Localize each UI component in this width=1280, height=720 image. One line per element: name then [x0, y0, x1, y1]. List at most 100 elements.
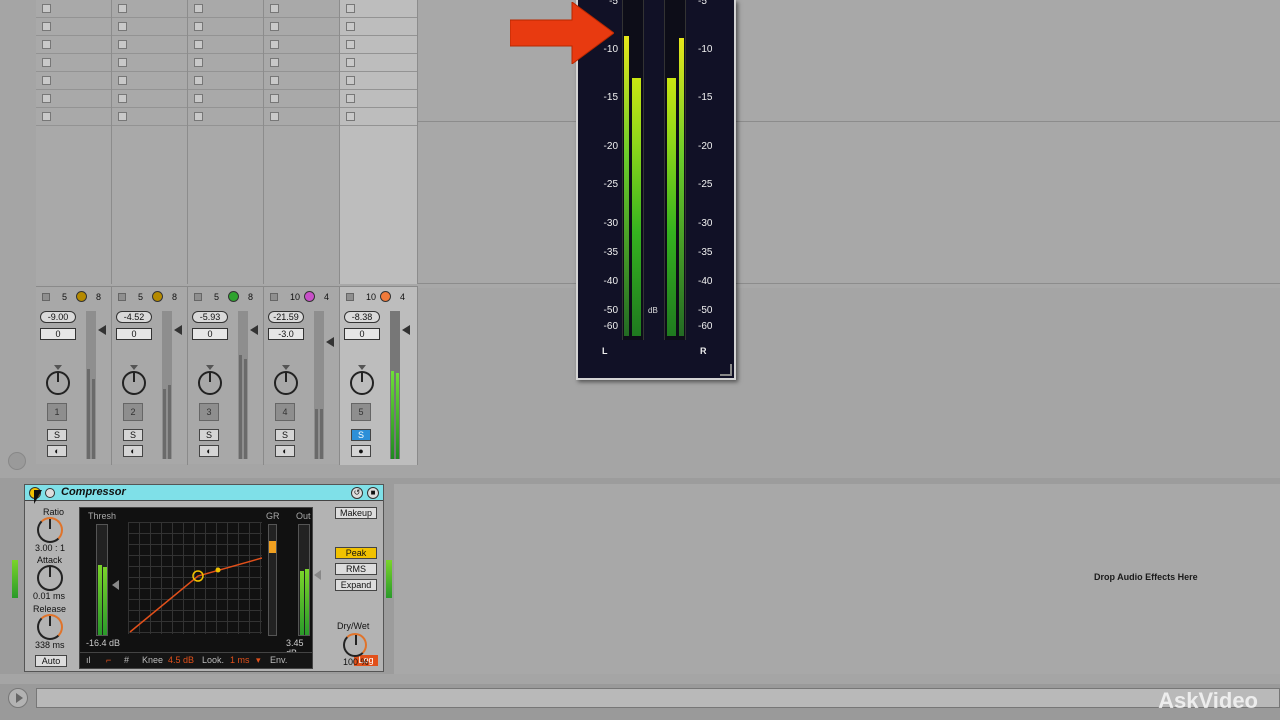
clip-stop-button[interactable] [270, 22, 279, 31]
clip-slot[interactable] [36, 72, 111, 90]
clip-stop-button[interactable] [346, 58, 355, 67]
volume-fader[interactable] [238, 311, 248, 459]
auto-release-button[interactable]: Auto [35, 655, 67, 667]
clip-slot[interactable] [112, 36, 187, 54]
arm-button[interactable]: ◐ [275, 445, 295, 457]
volume-fader[interactable] [86, 311, 96, 459]
clip-stop-button[interactable] [194, 76, 203, 85]
clip-slot[interactable] [36, 54, 111, 72]
clip-slot[interactable] [112, 18, 187, 36]
clip-slot[interactable] [264, 108, 339, 126]
volume-fader[interactable] [390, 311, 400, 459]
clip-stop-button[interactable] [42, 40, 51, 49]
solo-button[interactable]: S [47, 429, 67, 441]
pan-field[interactable]: 0 [192, 328, 228, 340]
clip-slot[interactable] [36, 18, 111, 36]
clip-stop-button[interactable] [194, 22, 203, 31]
clip-stop-button[interactable] [346, 40, 355, 49]
clip-stop-button[interactable] [118, 22, 127, 31]
clip-stop-button[interactable] [42, 58, 51, 67]
clip-stop-button[interactable] [346, 4, 355, 13]
clip-stop-button[interactable] [42, 76, 51, 85]
resize-grip-icon[interactable] [720, 364, 732, 376]
rms-button[interactable]: RMS [335, 563, 377, 575]
clip-stop-button[interactable] [270, 40, 279, 49]
clip-slot[interactable] [188, 108, 263, 126]
arm-button[interactable]: ◐ [47, 445, 67, 457]
lookahead-value[interactable]: 1 ms [230, 655, 250, 665]
activity-view-icon[interactable]: # [124, 655, 129, 665]
volume-field[interactable]: -4.52 [116, 311, 152, 323]
clip-stop-button[interactable] [346, 22, 355, 31]
fader-handle-icon[interactable] [402, 325, 410, 335]
device-title-bar[interactable]: Compressor ↺ ■ [25, 485, 383, 501]
ratio-value[interactable]: 3.00 : 1 [35, 543, 65, 553]
clip-slot[interactable] [36, 90, 111, 108]
attack-value[interactable]: 0.01 ms [33, 591, 65, 601]
pan-field[interactable]: 0 [344, 328, 380, 340]
clip-slot[interactable] [112, 54, 187, 72]
release-value[interactable]: 338 ms [35, 640, 65, 650]
volume-field[interactable]: -8.38 [344, 311, 380, 323]
threshold-handle-icon[interactable] [112, 580, 119, 590]
volume-field[interactable]: -21.59 [268, 311, 304, 323]
clip-stop-button[interactable] [42, 112, 51, 121]
clip-stop-button[interactable] [194, 94, 203, 103]
dry-wet-value[interactable]: 100 % [343, 657, 369, 667]
clip-stop-button[interactable] [194, 4, 203, 13]
clip-slot[interactable] [188, 54, 263, 72]
monitor-square-icon[interactable] [42, 293, 50, 301]
clip-stop-button[interactable] [270, 112, 279, 121]
transfer-curve-display[interactable]: Thresh GR Out -16.4 dB 3.45 dB ıl ⌐ # Kn… [79, 507, 378, 669]
clip-stop-button[interactable] [42, 4, 51, 13]
clip-stop-button[interactable] [346, 94, 355, 103]
clip-slot[interactable] [264, 90, 339, 108]
clip-stop-button[interactable] [194, 112, 203, 121]
play-icon[interactable] [8, 688, 28, 708]
clip-stop-button[interactable] [42, 94, 51, 103]
clip-slot[interactable] [188, 90, 263, 108]
clip-slot[interactable] [112, 72, 187, 90]
track-activator-button[interactable]: 2 [123, 403, 143, 421]
solo-button[interactable]: S [351, 429, 371, 441]
hot-swap-icon[interactable]: ↺ [351, 487, 363, 499]
clip-slot[interactable] [264, 36, 339, 54]
clip-stop-button[interactable] [270, 4, 279, 13]
clip-slot[interactable] [36, 108, 111, 126]
fold-chevron-icon[interactable] [45, 488, 55, 498]
clip-stop-button[interactable] [42, 22, 51, 31]
clip-stop-button[interactable] [118, 58, 127, 67]
volume-fader[interactable] [162, 311, 172, 459]
threshold-meter[interactable] [96, 524, 108, 636]
curve-view-icon[interactable]: ⌐ [106, 655, 111, 665]
ratio-knob[interactable] [37, 517, 63, 543]
clip-stop-button[interactable] [194, 40, 203, 49]
clip-slot[interactable] [36, 0, 111, 18]
output-meter[interactable] [298, 524, 310, 636]
clip-slot[interactable] [264, 54, 339, 72]
attack-knob[interactable] [37, 565, 63, 591]
knee-value[interactable]: 4.5 dB [168, 655, 194, 665]
clip-stop-button[interactable] [346, 112, 355, 121]
clip-slot[interactable] [188, 18, 263, 36]
clip-slot[interactable] [340, 18, 417, 36]
clip-slot[interactable] [340, 54, 417, 72]
solo-button[interactable]: S [275, 429, 295, 441]
track-activator-button[interactable]: 5 [351, 403, 371, 421]
release-knob[interactable] [37, 614, 63, 640]
clip-slot[interactable] [340, 90, 417, 108]
clip-slot[interactable] [188, 36, 263, 54]
track-activator-button[interactable]: 4 [275, 403, 295, 421]
clip-stop-button[interactable] [118, 40, 127, 49]
clip-slot[interactable] [36, 36, 111, 54]
makeup-button[interactable]: Makeup [335, 507, 377, 519]
volume-field[interactable]: -5.93 [192, 311, 228, 323]
threshold-value[interactable]: -16.4 dB [86, 638, 120, 648]
pan-knob[interactable] [350, 371, 374, 395]
expand-button[interactable]: Expand [335, 579, 377, 591]
clip-slot[interactable] [112, 90, 187, 108]
clip-slot[interactable] [188, 0, 263, 18]
clip-stop-button[interactable] [118, 4, 127, 13]
clip-slot[interactable] [264, 72, 339, 90]
clip-slot[interactable] [264, 0, 339, 18]
